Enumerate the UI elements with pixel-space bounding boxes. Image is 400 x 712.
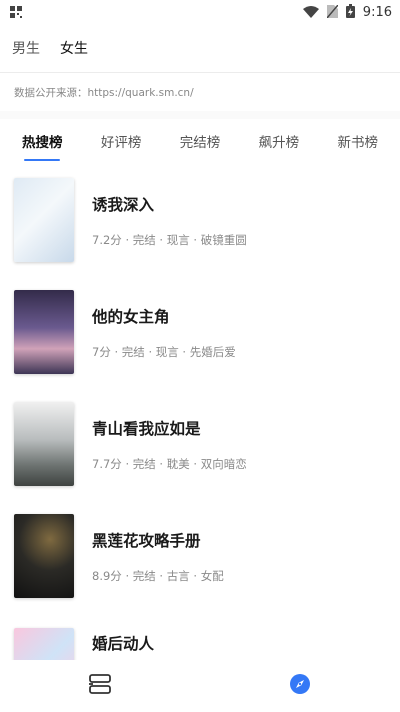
book-cover xyxy=(14,178,74,262)
tab-female[interactable]: 女生 xyxy=(60,38,88,58)
book-title: 黑莲花攻略手册 xyxy=(92,531,201,550)
wifi-icon xyxy=(302,3,319,22)
book-title: 诱我深入 xyxy=(92,195,155,214)
nav-bookshelf-button[interactable] xyxy=(80,666,120,706)
tab-top-rated[interactable]: 好评榜 xyxy=(101,131,142,151)
section-gap xyxy=(0,111,400,119)
rank-tabs: 热搜榜 好评榜 完结榜 飙升榜 新书榜 xyxy=(0,119,400,163)
gender-tabs: 男生 女生 xyxy=(0,24,400,72)
book-cover xyxy=(14,402,74,486)
book-title: 他的女主角 xyxy=(92,307,170,326)
book-list: 诱我深入 7.2分 · 完结 · 现言 · 破镜重圆 他的女主角 7分 · 完结… xyxy=(0,164,400,712)
book-title: 婚后动人 xyxy=(92,635,155,653)
bottom-nav xyxy=(0,660,400,712)
book-meta: 7.7分 · 完结 · 耽美 · 双向暗恋 xyxy=(92,456,247,471)
book-cover xyxy=(14,514,74,598)
book-title: 青山看我应如是 xyxy=(92,419,201,438)
tab-hot-search[interactable]: 热搜榜 xyxy=(22,131,63,151)
tab-completed[interactable]: 完结榜 xyxy=(180,131,221,151)
book-meta: 7.2分 · 完结 · 现言 · 破镜重圆 xyxy=(92,232,247,247)
app-notification-icon xyxy=(10,3,22,22)
compass-icon xyxy=(290,674,310,698)
bookshelf-icon xyxy=(89,674,111,698)
book-meta: 7分 · 完结 · 现言 · 先婚后爱 xyxy=(92,344,236,359)
tab-new-books[interactable]: 新书榜 xyxy=(338,131,379,151)
book-cover xyxy=(14,290,74,374)
tab-male[interactable]: 男生 xyxy=(12,38,40,58)
list-item[interactable]: 他的女主角 7分 · 完结 · 现言 · 先婚后爱 xyxy=(0,276,400,388)
list-item[interactable]: 黑莲花攻略手册 8.9分 · 完结 · 古言 · 女配 xyxy=(0,500,400,612)
list-item[interactable]: 诱我深入 7.2分 · 完结 · 现言 · 破镜重圆 xyxy=(0,164,400,276)
status-time: 9:16 xyxy=(362,4,392,20)
status-bar: 9:16 xyxy=(0,0,400,24)
book-meta: 8.9分 · 完结 · 古言 · 女配 xyxy=(92,568,224,583)
battery-charging-icon xyxy=(345,3,355,22)
list-item[interactable]: 青山看我应如是 7.7分 · 完结 · 耽美 · 双向暗恋 xyxy=(0,388,400,500)
no-sim-icon xyxy=(326,3,339,22)
nav-discover-button[interactable] xyxy=(280,666,320,706)
data-source-text: 数据公开来源：https://quark.sm.cn/ xyxy=(14,86,194,99)
tab-rising[interactable]: 飙升榜 xyxy=(259,131,300,151)
